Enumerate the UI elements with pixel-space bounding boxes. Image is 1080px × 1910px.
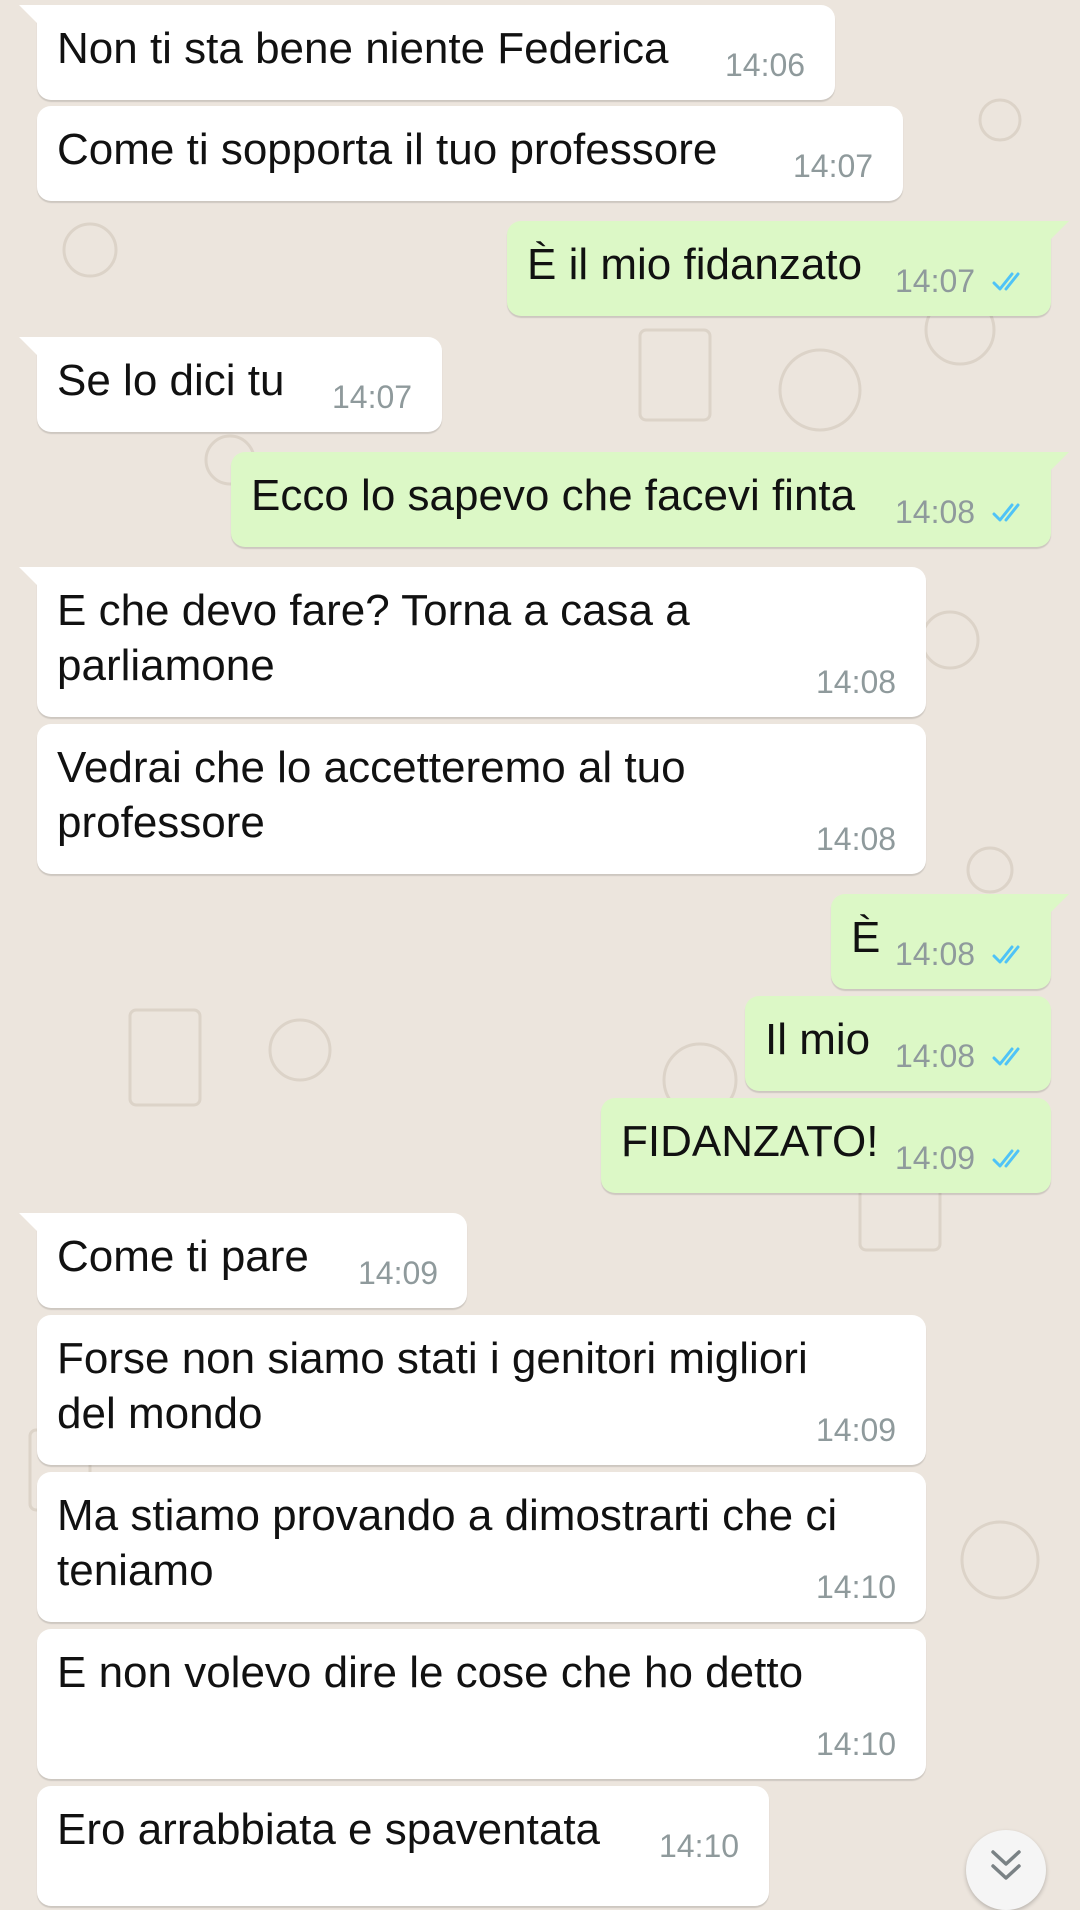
message-timestamp: 14:10	[816, 1726, 897, 1762]
outgoing-message[interactable]: È 14:08	[831, 894, 1069, 989]
incoming-message[interactable]: Ero arrabbiata e spaventata 14:10	[37, 1786, 769, 1906]
message-text: Vedrai che lo accetteremo al tuo profess…	[57, 743, 686, 847]
message-text: È	[851, 913, 881, 962]
incoming-message[interactable]: E non volevo dire le cose che ho detto 14…	[37, 1629, 926, 1779]
incoming-message[interactable]: Vedrai che lo accetteremo al tuo profess…	[37, 724, 926, 874]
message-timestamp: 14:10	[659, 1828, 740, 1864]
incoming-message[interactable]: Ma stiamo provando a dimostrarti che ci …	[37, 1472, 926, 1622]
message-timestamp: 14:08	[895, 494, 976, 530]
message-text: Non ti sta bene niente Federica	[57, 24, 669, 73]
message-timestamp: 14:09	[816, 1412, 897, 1448]
message-text: Ero arrabbiata e spaventata	[57, 1805, 601, 1854]
message-text: E non volevo dire le cose che ho detto	[57, 1648, 804, 1697]
message-timestamp: 14:07	[793, 148, 874, 184]
incoming-message[interactable]: Forse non siamo stati i genitori miglior…	[37, 1315, 926, 1465]
outgoing-message[interactable]: FIDANZATO! 14:09	[601, 1098, 1051, 1193]
message-text: È il mio fidanzato	[527, 240, 863, 289]
chat-area[interactable]: Non ti sta bene niente Federica 14:06 Come…	[0, 0, 1080, 1906]
incoming-message[interactable]: Non ti sta bene niente Federica 14:06	[19, 5, 835, 100]
scroll-to-bottom-button[interactable]	[966, 1830, 1046, 1910]
double-check-icon	[992, 1047, 1020, 1066]
message-timestamp: 14:07	[332, 379, 413, 415]
double-check-icon	[992, 1149, 1020, 1168]
message-text: Il mio	[765, 1015, 871, 1064]
message-timestamp: 14:08	[895, 936, 976, 972]
message-timestamp: 14:07	[895, 263, 976, 299]
message-text: Forse non siamo stati i genitori miglior…	[57, 1334, 808, 1438]
incoming-message[interactable]: Come ti pare 14:09	[19, 1213, 467, 1308]
message-timestamp: 14:08	[895, 1038, 976, 1074]
double-chevron-down-icon	[991, 1850, 1021, 1880]
outgoing-message[interactable]: È il mio fidanzato 14:07	[507, 221, 1069, 316]
double-check-icon	[992, 272, 1020, 291]
message-timestamp: 14:08	[816, 821, 897, 857]
outgoing-message[interactable]: Il mio 14:08	[745, 996, 1051, 1091]
message-text: E che devo fare? Torna a casa a parliamo…	[57, 586, 690, 690]
message-timestamp: 14:09	[895, 1140, 976, 1176]
incoming-message[interactable]: Come ti sopporta il tuo professore 14:07	[37, 106, 903, 201]
message-timestamp: 14:06	[725, 47, 806, 83]
message-text: Come ti pare	[57, 1232, 309, 1281]
incoming-message[interactable]: Se lo dici tu 14:07	[19, 337, 442, 432]
message-timestamp: 14:09	[358, 1255, 439, 1291]
message-timestamp: 14:08	[816, 664, 897, 700]
incoming-message[interactable]: E che devo fare? Torna a casa a parliamo…	[19, 567, 926, 717]
message-text: Come ti sopporta il tuo professore	[57, 125, 718, 174]
message-text: Ma stiamo provando a dimostrarti che ci …	[57, 1491, 838, 1595]
message-timestamp: 14:10	[816, 1569, 897, 1605]
outgoing-message[interactable]: Ecco lo sapevo che facevi finta 14:08	[231, 452, 1069, 547]
double-check-icon	[992, 503, 1020, 522]
double-check-icon	[992, 945, 1020, 964]
message-text: Ecco lo sapevo che facevi finta	[251, 471, 856, 520]
message-text: FIDANZATO!	[621, 1117, 879, 1166]
message-text: Se lo dici tu	[57, 356, 285, 405]
